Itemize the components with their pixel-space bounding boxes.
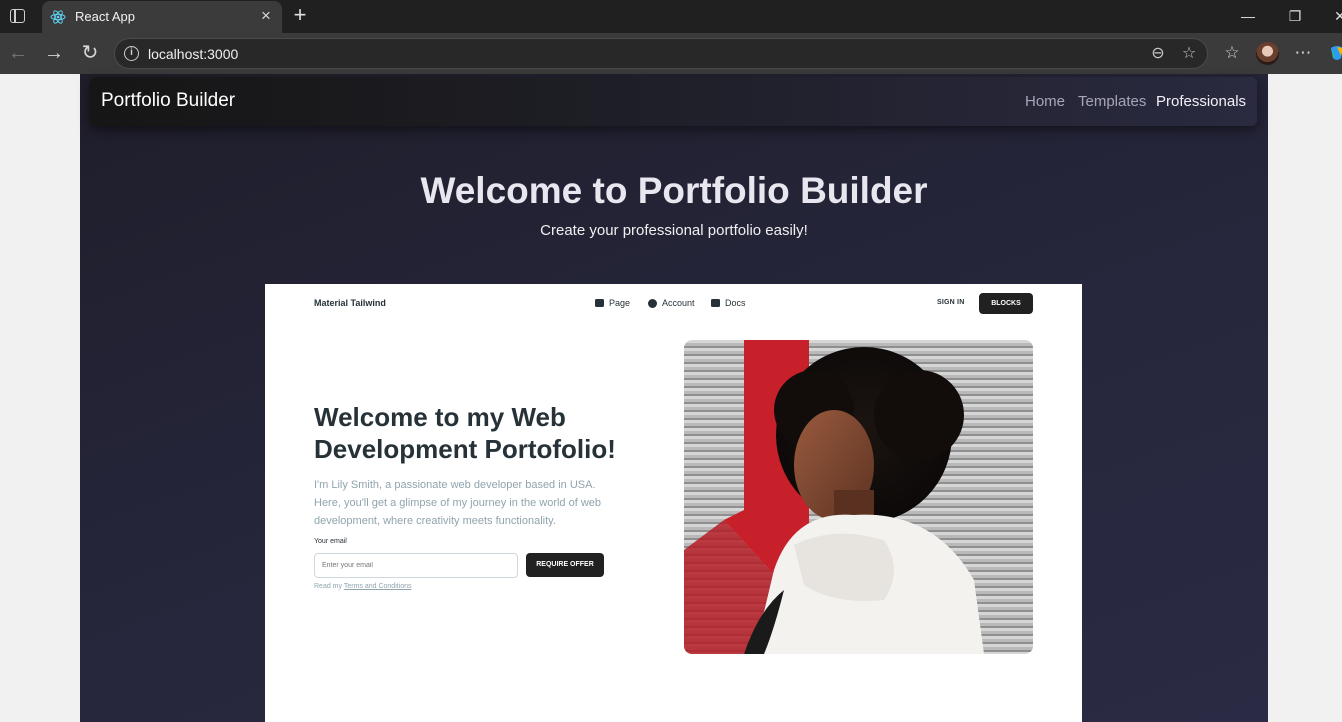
nav-link-templates[interactable]: Templates [1078, 93, 1146, 110]
tab-title: React App [75, 9, 135, 24]
terms-link[interactable]: Terms and Conditions [344, 583, 412, 590]
portfolio-builder-app: Portfolio Builder Home Templates Profess… [80, 74, 1268, 722]
browser-toolbar: ← → ↻ i localhost:3000 ⊖ ☆ ☆ ⋯ [0, 33, 1342, 74]
forward-icon[interactable]: → [43, 42, 65, 64]
docs-icon [711, 299, 720, 307]
terms-prefix: Read my [314, 583, 343, 590]
tab-actions-icon[interactable] [10, 9, 25, 23]
require-offer-button[interactable]: REQUIRE OFFER [526, 553, 604, 577]
preview-nav-account[interactable]: Account [648, 298, 695, 308]
preview-nav-account-label: Account [662, 298, 695, 308]
back-icon[interactable]: ← [7, 42, 29, 64]
favorite-star-icon[interactable]: ☆ [1179, 44, 1199, 64]
terms-text: Read my Terms and Conditions [314, 583, 412, 590]
more-options-icon[interactable]: ⋯ [1292, 42, 1314, 64]
email-input[interactable] [314, 553, 518, 578]
hero-title: Welcome to Portfolio Builder [420, 170, 928, 211]
site-info-icon[interactable]: i [124, 46, 139, 61]
browser-tab-bar: React App × + — ❐ ✕ [0, 0, 1342, 33]
page-viewport: Portfolio Builder Home Templates Profess… [0, 74, 1342, 722]
browser-tab[interactable]: React App × [42, 1, 282, 33]
preview-heading: Welcome to my Web Development Portofolio… [314, 402, 616, 464]
nav-link-professionals[interactable]: Professionals [1156, 93, 1246, 110]
zoom-icon[interactable]: ⊖ [1148, 44, 1168, 64]
copilot-icon[interactable] [1329, 44, 1342, 62]
email-label: Your email [314, 538, 347, 545]
portrait-photo [684, 340, 1033, 654]
new-tab-icon[interactable]: + [290, 4, 310, 26]
nav-link-home[interactable]: Home [1025, 93, 1065, 110]
restore-icon[interactable]: ❐ [1285, 7, 1305, 25]
preview-nav-docs-label: Docs [725, 298, 746, 308]
profile-avatar[interactable] [1256, 42, 1279, 65]
brand-logo[interactable]: Portfolio Builder [101, 90, 235, 112]
close-window-icon[interactable]: ✕ [1330, 7, 1342, 25]
preview-nav-docs[interactable]: Docs [711, 298, 746, 308]
close-tab-icon[interactable]: × [259, 7, 273, 25]
top-navbar: Portfolio Builder Home Templates Profess… [90, 77, 1257, 126]
account-icon [648, 298, 657, 308]
preview-intro-paragraph: I'm Lily Smith, a passionate web develop… [314, 479, 602, 527]
address-bar[interactable]: i localhost:3000 ⊖ ☆ [114, 38, 1208, 69]
template-preview: Material Tailwind Page Account Docs SIGN… [265, 284, 1082, 722]
page-icon [595, 299, 604, 307]
react-logo-icon [50, 10, 66, 24]
preview-nav-page[interactable]: Page [595, 298, 630, 308]
favorites-icon[interactable]: ☆ [1221, 42, 1243, 64]
preview-brand[interactable]: Material Tailwind [314, 298, 386, 308]
sign-in-button[interactable]: SIGN IN [937, 299, 964, 306]
url-text[interactable]: localhost:3000 [148, 46, 238, 62]
reload-icon[interactable]: ↻ [79, 42, 101, 64]
blocks-button[interactable]: BLOCKS [979, 293, 1033, 314]
preview-nav-page-label: Page [609, 298, 631, 308]
hero-subtitle: Create your professional portfolio easil… [540, 222, 808, 239]
minimize-icon[interactable]: — [1238, 7, 1258, 25]
